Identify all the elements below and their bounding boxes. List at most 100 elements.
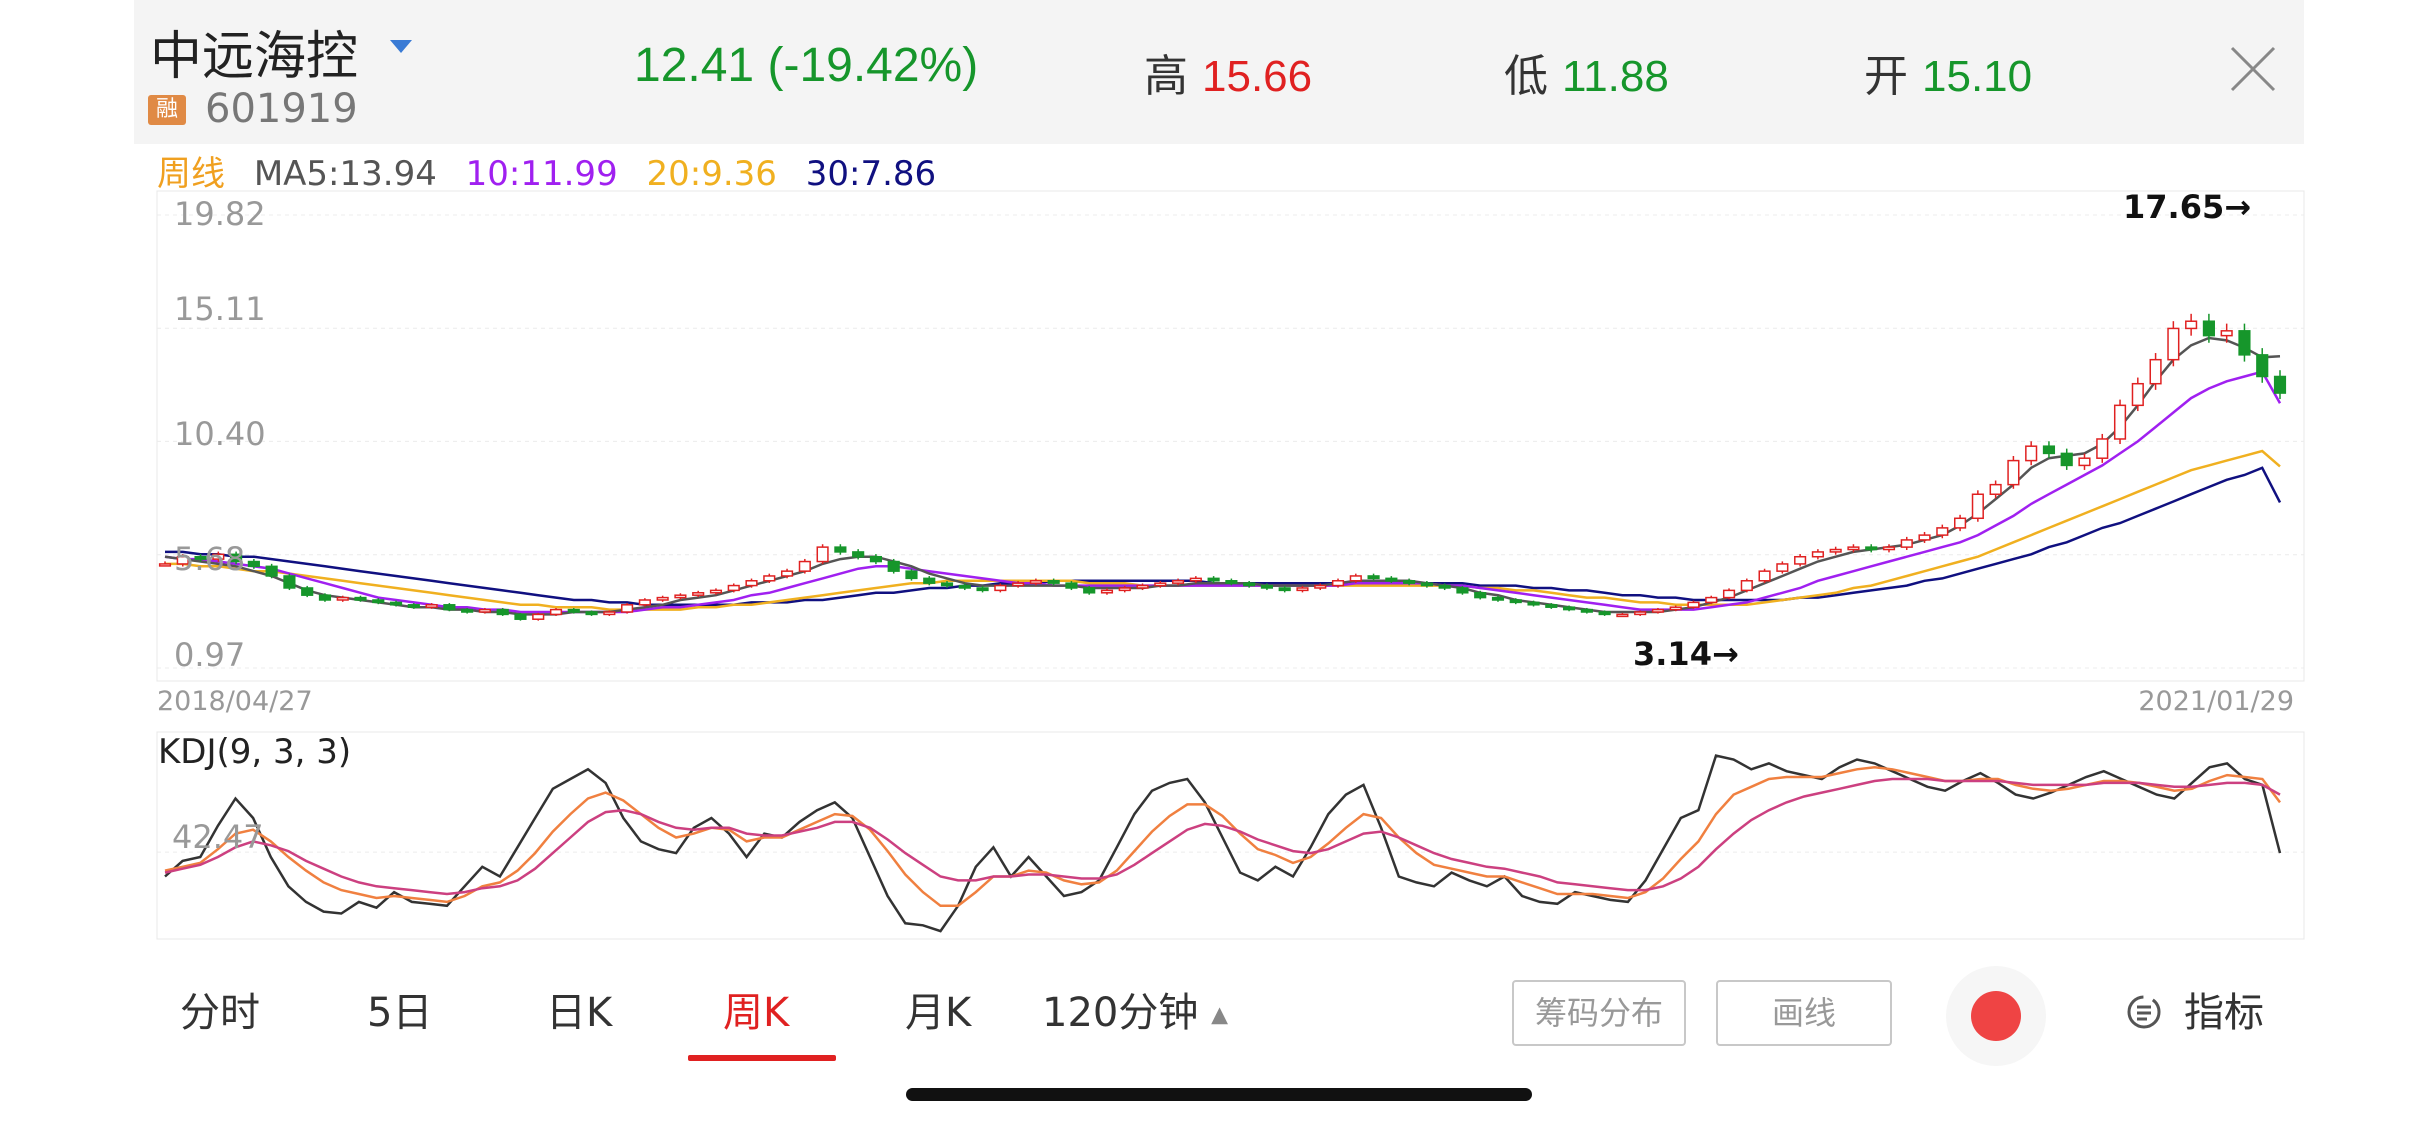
candle [834, 546, 847, 553]
candle [940, 582, 954, 587]
draw-line-button[interactable]: 画线 [1716, 980, 1892, 1046]
x-end-date: 2021/01/29 [2138, 686, 2294, 717]
candle [2096, 438, 2109, 459]
candle [852, 551, 865, 558]
tab-daily-k[interactable]: 日K [546, 980, 612, 1038]
candle [1811, 551, 1824, 558]
candle [2078, 457, 2091, 467]
candle [2007, 459, 2020, 486]
candle [1598, 611, 1611, 616]
candle [1100, 589, 1114, 594]
tab-intraday[interactable]: 分时 [180, 980, 260, 1038]
y-tick-label: 5.68 [174, 540, 245, 578]
candle [958, 584, 971, 589]
candle [1012, 582, 1025, 587]
candle [674, 594, 687, 599]
candle [1314, 584, 1327, 589]
candle [1171, 580, 1185, 584]
candle [2060, 452, 2073, 467]
tab-monthly-k[interactable]: 月K [905, 980, 971, 1038]
candle [1403, 580, 1416, 584]
candle [389, 601, 403, 606]
candle [549, 608, 563, 616]
candle [1527, 601, 1540, 606]
candle [2131, 382, 2144, 407]
candle [905, 570, 918, 580]
y-tick-label: 19.82 [174, 195, 266, 233]
low-annotation: 3.14→ [1633, 635, 1739, 673]
candle [869, 555, 883, 563]
candle [1936, 527, 1949, 536]
candle [1616, 613, 1629, 618]
candle [318, 594, 332, 601]
candle [2185, 320, 2198, 330]
kdj-panel-frame [156, 731, 2305, 940]
candle [1047, 580, 1060, 584]
candle [2202, 320, 2215, 337]
candle [780, 570, 794, 577]
candle [2256, 354, 2269, 378]
indicator-button[interactable]: 指标 [2184, 980, 2264, 1038]
candle [1900, 539, 1913, 548]
record-dot-icon [1971, 991, 2021, 1041]
candle [532, 613, 545, 620]
candle [425, 604, 438, 608]
candle [1651, 608, 1665, 613]
candle [1331, 580, 1345, 587]
tab-120min[interactable]: 120分钟 ▲ [1042, 980, 1228, 1038]
candle [1296, 587, 1309, 592]
candle [1278, 587, 1291, 592]
candle [1474, 592, 1487, 599]
kline-chart[interactable]: 19.82 15.11 10.40 5.68 0.97 2018/04/27 2… [0, 0, 2436, 960]
candle [2167, 327, 2180, 361]
tab-5day[interactable]: 5日 [367, 980, 432, 1038]
candle [1243, 582, 1256, 587]
candle [1509, 599, 1522, 604]
x-start-date: 2018/04/27 [157, 686, 313, 717]
candle [1456, 587, 1469, 594]
candle [1758, 570, 1771, 582]
kdj-title: KDJ(9, 3, 3) [158, 732, 351, 772]
candle [816, 546, 829, 563]
record-button[interactable] [1946, 966, 2046, 1066]
candle [1794, 555, 1807, 565]
candle [1154, 582, 1167, 587]
candle [1918, 534, 1931, 541]
candle [1207, 577, 1220, 582]
candle [478, 608, 491, 613]
candle [1189, 577, 1202, 582]
y-tick-label: 0.97 [174, 636, 245, 674]
tab-120min-label: 120分钟 [1042, 990, 1199, 1036]
candle [2042, 445, 2056, 455]
candle [265, 565, 278, 577]
candle [1847, 546, 1860, 551]
candle [2113, 404, 2127, 440]
candle [1580, 608, 1593, 613]
candle [1776, 563, 1789, 572]
y-tick-label: 15.11 [174, 290, 266, 328]
candle [1971, 493, 1984, 520]
candle [1367, 575, 1380, 580]
candle [158, 563, 172, 567]
candle [2273, 375, 2287, 394]
candle [514, 613, 527, 620]
chip-distribution-button[interactable]: 筹码分布 [1512, 980, 1686, 1046]
candle [1029, 580, 1042, 584]
candle [1705, 596, 1718, 604]
ma10-line [164, 370, 2282, 614]
candle [461, 608, 474, 613]
candle [798, 560, 811, 572]
candle [1545, 604, 1558, 608]
indicator-icon[interactable] [2126, 994, 2162, 1030]
candle [1385, 577, 1398, 582]
candle [1669, 606, 1682, 611]
candle [745, 580, 758, 587]
candle [1562, 606, 1576, 611]
tab-weekly-k[interactable]: 周K [723, 980, 789, 1038]
candle [1989, 483, 2002, 495]
candle [354, 596, 367, 601]
candle [336, 596, 349, 601]
home-indicator [906, 1088, 1532, 1101]
candle [283, 575, 296, 589]
candle [1722, 589, 1736, 599]
